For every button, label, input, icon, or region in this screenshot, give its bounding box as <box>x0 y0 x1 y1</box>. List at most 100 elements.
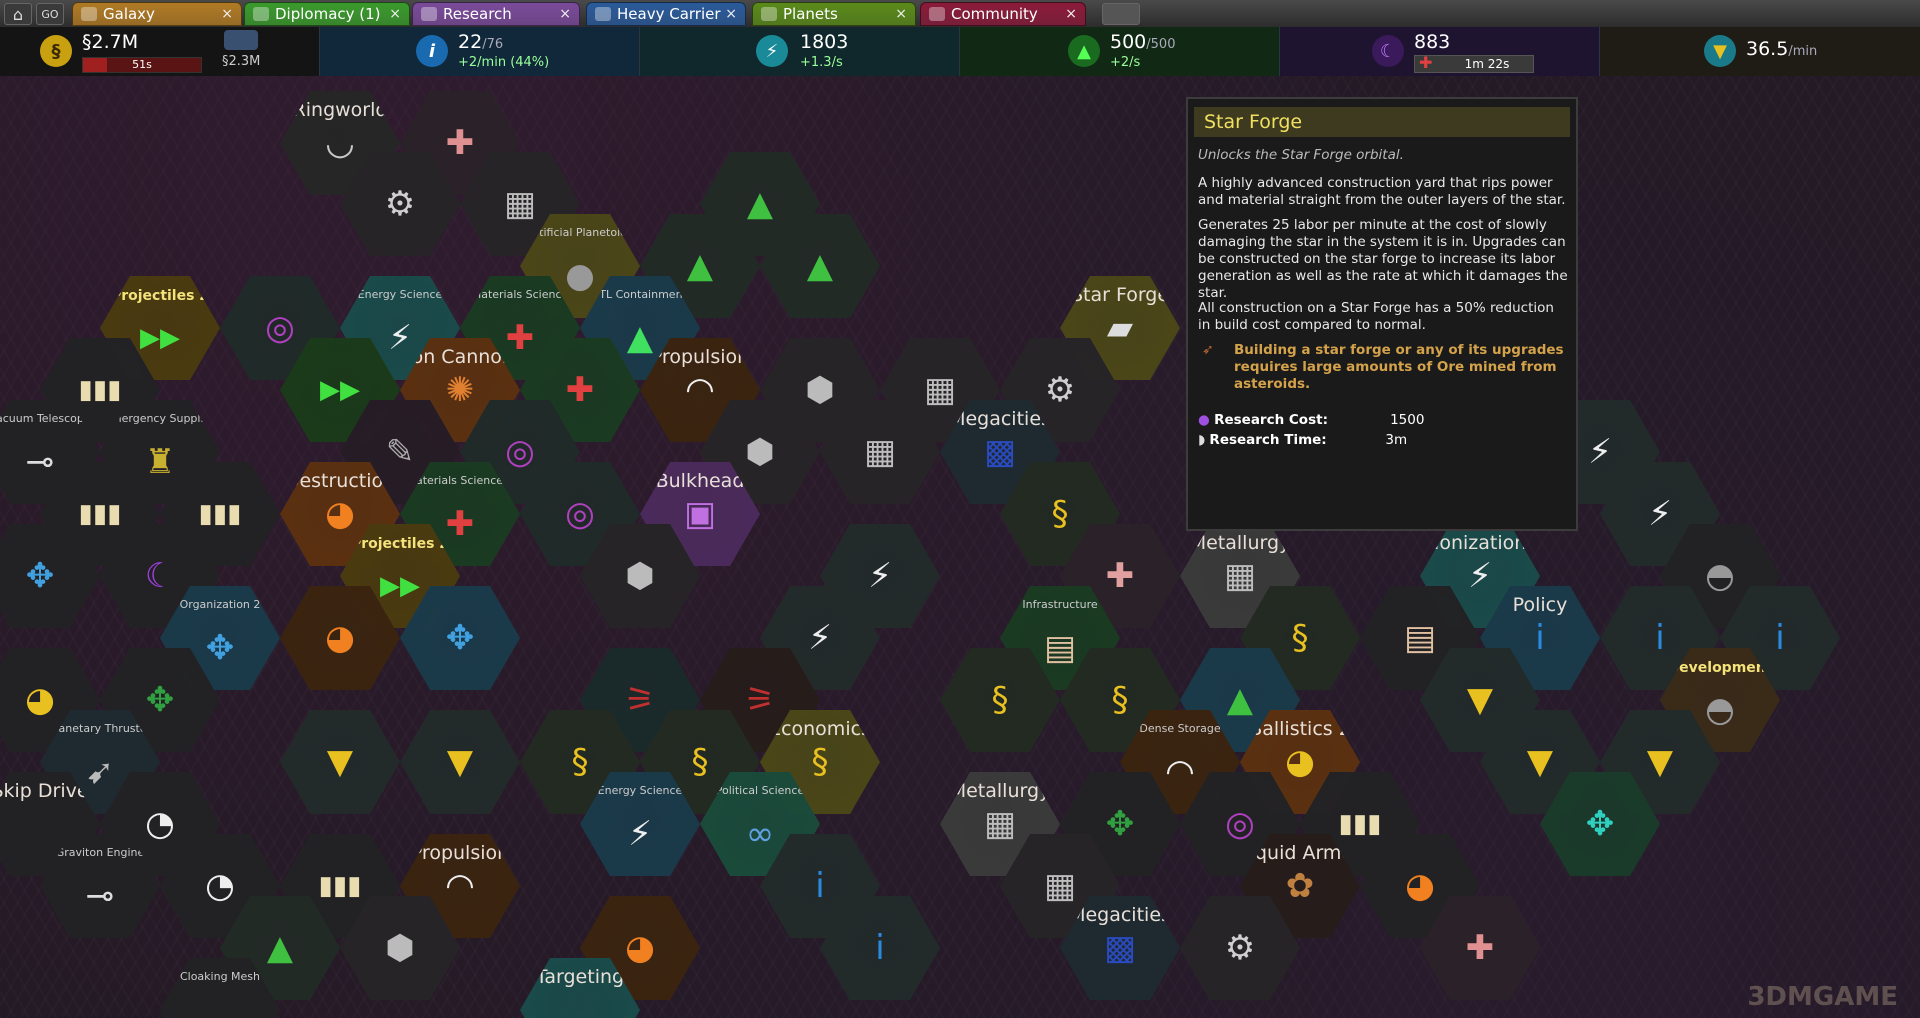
cross-icon: ✚ <box>1465 928 1495 968</box>
building-icon: ▦ <box>983 804 1017 844</box>
close-icon[interactable]: × <box>895 6 907 22</box>
shipyard-icon: ⚞ <box>744 680 776 720</box>
tech-node-label: Propulsion <box>410 842 510 864</box>
influence-max: /76 <box>482 37 504 52</box>
building-icon: ▦ <box>503 184 537 224</box>
destruction-icon: ◕ <box>25 680 55 720</box>
thruster-icon: ➹ <box>85 752 115 793</box>
tab-research[interactable]: Research × <box>412 2 580 26</box>
labor-icon: ▼ <box>1704 35 1736 67</box>
go-button[interactable]: GO <box>36 3 64 25</box>
money-icon: § <box>1291 618 1309 658</box>
defense-icon: ▲ <box>806 246 834 286</box>
destruction-icon: ◕ <box>1405 866 1435 906</box>
research-timer-bar: ✚ 1m 22s <box>1414 53 1534 73</box>
storage-icon: ◠ <box>1165 752 1195 793</box>
labor-panel[interactable]: ▼ 36.5/min <box>1600 27 1920 76</box>
projectile-icon: ▶▶ <box>380 571 420 602</box>
organization-icon: ✥ <box>1585 804 1615 844</box>
supplies-icon: ♜ <box>144 442 176 483</box>
labor-icon: ▼ <box>1526 742 1554 782</box>
tab-planets[interactable]: Planets × <box>752 2 916 26</box>
influence-panel[interactable]: i 22/76 +2/min (44%) <box>320 27 640 76</box>
home-button[interactable]: ⌂ <box>4 3 32 25</box>
destruction-icon: ◕ <box>625 928 655 968</box>
community-icon <box>929 7 945 21</box>
building-icon: ▦ <box>923 370 957 410</box>
money-icon: § <box>991 680 1009 720</box>
cross-icon: ✚ <box>1105 556 1135 596</box>
tech-node-label: Ringworld <box>292 99 388 121</box>
money-icon: § <box>1111 680 1129 720</box>
cross-icon: ✚ <box>445 504 475 545</box>
tooltip-subtitle: Unlocks the Star Forge orbital. <box>1198 147 1404 163</box>
cross-icon: ✚ <box>445 123 475 163</box>
research-grid[interactable]: ◡ Ringworld ✚ ⚙ ▦ ▲ ● Artificial Planetoids ▲ ▲ ▶▶… <box>0 76 1920 1018</box>
research-cost-row: ● Research Cost: 1500 <box>1198 412 1424 428</box>
new-tab-button[interactable] <box>1102 3 1140 25</box>
tab-heavy-carrier[interactable]: Heavy Carrier × <box>586 2 746 26</box>
labor-icon: ▼ <box>446 742 474 782</box>
tooltip-effect: Generates 25 labor per minute at the cos… <box>1198 217 1568 301</box>
target-icon: ◎ <box>1225 804 1255 844</box>
tech-node[interactable]: ▼ <box>400 710 520 814</box>
target-icon: ◎ <box>505 432 535 472</box>
resource-bar: § §2.7M 51s §2.3M i 22/76 +2/min (44%) ⚡… <box>0 27 1920 76</box>
tech-node-label: Metallurgy <box>949 780 1051 802</box>
tab-diplomacy-1[interactable]: Diplomacy (1) × <box>244 2 410 26</box>
asteroid-icon: ⬢ <box>625 556 655 596</box>
defense-value: 500/500 <box>1110 31 1176 53</box>
megacity-icon: ▩ <box>1103 928 1137 968</box>
tech-node-label: Ionization <box>1433 532 1527 554</box>
influence-icon: i <box>815 866 825 906</box>
money-timer-bar: 51s <box>82 57 202 73</box>
research-panel[interactable]: ☾ 883 ✚ 1m 22s <box>1280 27 1600 76</box>
tech-node[interactable]: ▼ <box>280 710 400 814</box>
shipyard-icon: ⚞ <box>624 680 656 720</box>
bulkhead-icon: ▣ <box>683 494 717 534</box>
energy-panel[interactable]: ⚡ 1803 +1.3/s <box>640 27 960 76</box>
tab-galaxy[interactable]: Galaxy × <box>72 2 242 26</box>
close-icon[interactable]: × <box>725 6 737 22</box>
infrastructure-icon: ▤ <box>1043 628 1077 669</box>
planetoid-icon: ● <box>565 256 595 297</box>
energy-icon: ⚡ <box>628 814 652 855</box>
defense-panel[interactable]: ▲ 500/500 +2/s <box>960 27 1280 76</box>
defense-icon: ▲ <box>746 184 774 224</box>
ammo-icon: ▮▮▮ <box>1338 809 1382 839</box>
tooltip-description: A highly advanced construction yard that… <box>1198 175 1566 208</box>
research-icon: ☾ <box>144 556 176 596</box>
tab-label: Community <box>951 5 1038 23</box>
tech-tooltip: Star Forge Unlocks the Star Forge orbita… <box>1186 97 1578 531</box>
defense-max: /500 <box>1146 37 1176 52</box>
target-icon: ◎ <box>565 494 595 534</box>
tooltip-note: Building a star forge or any of its upgr… <box>1234 342 1564 392</box>
close-icon[interactable]: × <box>221 6 233 22</box>
tab-bar: ⌂ GO Galaxy × Diplomacy (1) × Research × Heavy… <box>0 0 1920 28</box>
energy-icon: ⚡ <box>756 35 788 67</box>
propulsion-icon: ◠ <box>445 866 475 906</box>
station-icon: ⚙ <box>1224 928 1256 968</box>
building-icon: ▦ <box>1223 556 1257 596</box>
energy-icon: ⚡ <box>1468 556 1492 596</box>
influence-icon: i <box>1655 618 1665 658</box>
close-icon[interactable]: × <box>1065 6 1077 22</box>
money-icon: § <box>1051 494 1069 534</box>
influence-icon: i <box>416 35 448 67</box>
income-icon <box>224 30 258 50</box>
labor-icon: ▼ <box>1646 742 1674 782</box>
ship-icon <box>595 7 611 21</box>
tab-community[interactable]: Community × <box>920 2 1086 26</box>
influence-value: 22/76 <box>458 31 504 53</box>
ammo-icon: ▮▮▮ <box>78 499 122 529</box>
labor-icon: ▼ <box>1466 680 1494 720</box>
tab-label: Galaxy <box>103 5 155 23</box>
close-icon[interactable]: × <box>559 6 571 22</box>
tooltip-title: Star Forge <box>1194 107 1570 137</box>
station-icon: ⚙ <box>384 184 416 224</box>
ballistics-icon: ◕ <box>1285 742 1315 782</box>
money-panel[interactable]: § §2.7M 51s §2.3M <box>0 27 320 76</box>
projectile-icon: ▶▶ <box>320 375 360 405</box>
close-icon[interactable]: × <box>389 6 401 22</box>
organization-icon: ✥ <box>145 680 175 720</box>
